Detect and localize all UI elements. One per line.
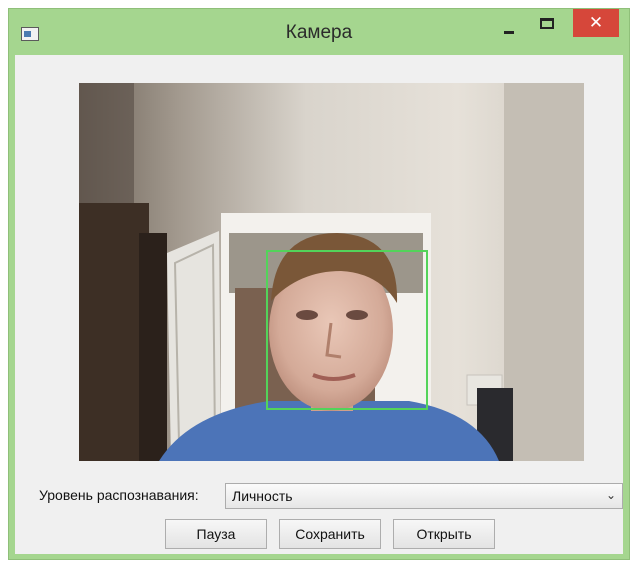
chevron-down-icon: ⌄	[605, 488, 616, 502]
title-bar[interactable]: Камера ✕	[9, 9, 629, 55]
maximize-icon	[540, 18, 554, 29]
left-eye	[296, 310, 318, 320]
pause-button[interactable]: Пауза	[165, 519, 267, 549]
window-client-area: Уровень распознавания: Личность ⌄ Пауза …	[15, 55, 623, 554]
maximize-button[interactable]	[529, 9, 565, 37]
close-button[interactable]: ✕	[573, 9, 619, 37]
recognition-level-value: Личность	[232, 488, 293, 504]
camera-frame-image	[79, 83, 584, 461]
recognition-level-select[interactable]: Личность ⌄	[225, 483, 623, 509]
camera-video-feed	[79, 83, 584, 461]
camera-window: Камера ✕ Уровень распознавания: Личность…	[8, 8, 630, 560]
minimize-button[interactable]	[491, 9, 527, 37]
right-eye	[346, 310, 368, 320]
right-wall-panel	[504, 83, 584, 461]
open-button[interactable]: Открыть	[393, 519, 495, 549]
recognition-level-label: Уровень распознавания:	[39, 487, 199, 503]
save-button[interactable]: Сохранить	[279, 519, 381, 549]
wardrobe-left	[79, 203, 149, 461]
close-icon: ✕	[588, 13, 604, 33]
minimize-icon	[504, 31, 514, 34]
cabinet-dark	[139, 233, 167, 461]
